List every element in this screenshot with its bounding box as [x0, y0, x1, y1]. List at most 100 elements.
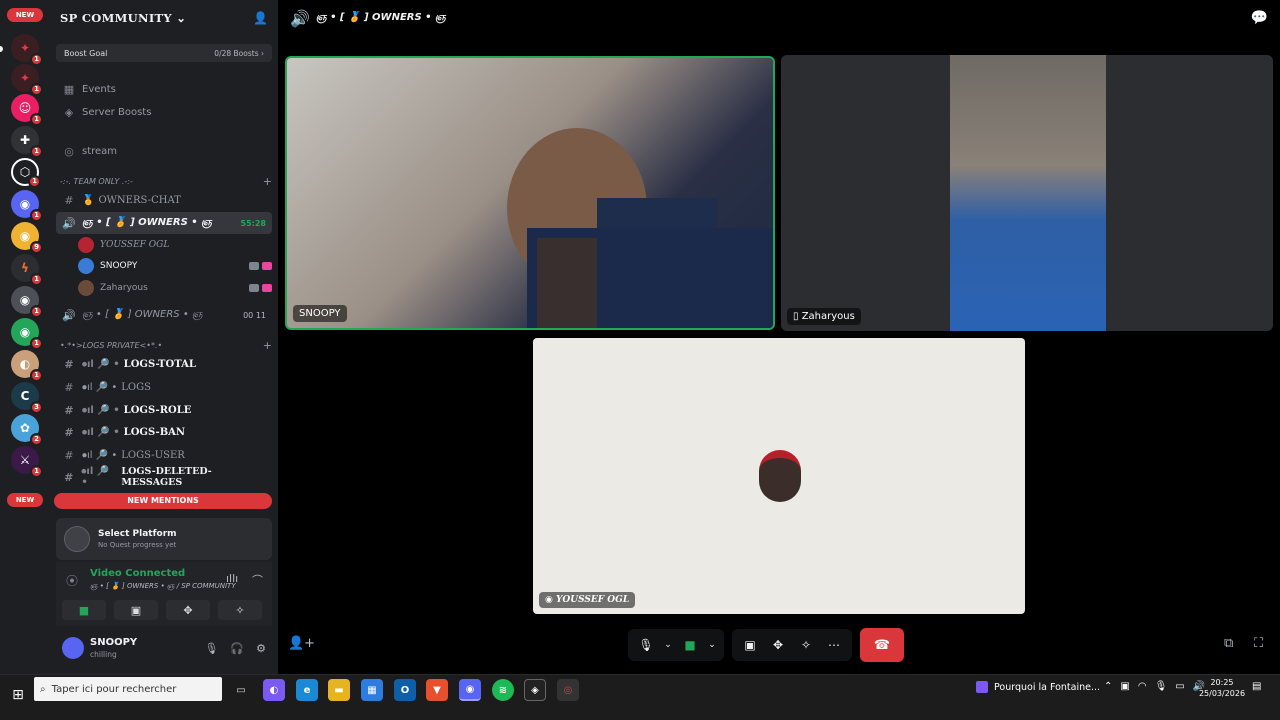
chevron-down-icon[interactable]: ⌄: [660, 631, 676, 659]
soundboard-icon[interactable]: ıllı: [226, 572, 238, 585]
activities-button[interactable]: ✥: [764, 631, 792, 659]
voice-channel-owners[interactable]: 🔊 ஞ • [ 🏅 ] OWNERS • ஞ 00 11: [56, 304, 272, 326]
quest-panel[interactable]: Select Platform No Quest progress yet: [56, 518, 272, 560]
edge-icon[interactable]: e: [296, 679, 318, 701]
chat-icon[interactable]: 💬: [1251, 10, 1268, 26]
calendar-icon: ▦: [63, 82, 75, 96]
server-icon[interactable]: ◉ 1: [11, 286, 43, 318]
more-button[interactable]: ⋯: [820, 631, 848, 659]
outlook-icon[interactable]: O: [394, 679, 416, 701]
video-tile-youssef[interactable]: ◉ YOUSSEF OGL: [533, 338, 1025, 614]
server-icon[interactable]: ⬡ 1: [11, 158, 41, 188]
video-tile-zaharyous[interactable]: ▯ Zaharyous: [781, 55, 1273, 331]
soundboard-button[interactable]: ✧: [792, 631, 820, 659]
server-icon[interactable]: ϟ1: [11, 254, 43, 286]
popout-icon[interactable]: ⧉: [1224, 636, 1233, 651]
avatar: [78, 258, 94, 274]
speaker-icon: 🔊: [62, 308, 76, 322]
video-tile-label: SNOOPY: [293, 305, 347, 322]
new-badge-bottom[interactable]: NEW: [7, 493, 43, 507]
channel-logs[interactable]: # ⦁ıl 🔎 • LOGS: [56, 376, 272, 398]
explorer-icon[interactable]: ▬: [328, 679, 350, 701]
server-icon[interactable]: ◉ 1: [11, 318, 43, 350]
channel-logs-total[interactable]: # ⦁ıl 🔎 • LOGS-TOTAL: [56, 353, 272, 375]
chevron-down-icon[interactable]: ⌄: [704, 631, 720, 659]
gear-icon[interactable]: ⚙: [256, 642, 266, 655]
task-view-icon[interactable]: ▭: [230, 679, 252, 701]
wifi-icon[interactable]: ◠: [1138, 681, 1147, 692]
activities-button[interactable]: ✥: [166, 600, 210, 620]
microphone-icon: 🎙: [638, 638, 654, 652]
app-icon[interactable]: ◈: [524, 679, 546, 701]
server-icon[interactable]: ◉ 9: [11, 222, 43, 254]
microphone-button[interactable]: 🎙: [632, 631, 660, 659]
notification-icon[interactable]: ▤: [1252, 681, 1261, 692]
voice-channel-path[interactable]: ஞ • [ 🏅 ] OWNERS • ஞ / SP COMMUNITY: [90, 582, 236, 591]
hashtag-icon: #: [64, 193, 74, 207]
server-icon[interactable]: ☺ 1: [11, 94, 43, 126]
camera-button[interactable]: ■: [676, 631, 704, 659]
spotify-icon[interactable]: ≋: [492, 679, 514, 701]
user-name[interactable]: SNOOPY: [90, 637, 137, 648]
voice-user[interactable]: SNOOPY: [78, 256, 272, 276]
add-member-icon[interactable]: 👤: [253, 11, 268, 25]
camera-button[interactable]: ■: [62, 600, 106, 620]
server-header[interactable]: SP COMMUNITY ⌄ 👤: [50, 0, 278, 36]
invite-icon[interactable]: 👤+: [288, 636, 315, 651]
fullscreen-icon[interactable]: ⛶: [1254, 636, 1263, 651]
channel-logs-role[interactable]: # ⦁ıl 🔎 • LOGS-ROLE: [56, 399, 272, 421]
voice-channel-owners-active[interactable]: 🔊 ஞ • [ 🏅 ] OWNERS • ஞ 55:28: [56, 212, 272, 234]
category-team-only[interactable]: -:-. TEAM ONLY .-:- +: [60, 174, 272, 188]
channel-owners-chat[interactable]: # 🏅 OWNERS-CHAT: [56, 189, 272, 211]
disconnect-icon[interactable]: ⌒: [252, 572, 263, 588]
headphones-icon[interactable]: 🎧: [230, 642, 244, 655]
server-icon[interactable]: ◉ 1: [11, 190, 43, 222]
signal-icon[interactable]: ⦿: [66, 572, 78, 589]
voice-user[interactable]: Zaharyous: [78, 278, 272, 298]
taskbar-search[interactable]: ⌕ Taper ici pour rechercher: [34, 677, 222, 701]
screen-share-button[interactable]: ▣: [114, 600, 158, 620]
screen-share-button[interactable]: ▣: [736, 631, 764, 659]
chevron-up-icon[interactable]: ⌃: [1104, 681, 1112, 692]
channel-stream[interactable]: ◎ stream: [56, 140, 272, 162]
server-icon[interactable]: ✿ 2: [11, 414, 43, 446]
voice-status[interactable]: Video Connected: [90, 568, 185, 579]
clock[interactable]: 20:25 25/03/2026: [1196, 677, 1248, 699]
new-badge-top[interactable]: NEW: [7, 8, 43, 22]
server-icon[interactable]: ✦ 1: [11, 34, 43, 66]
end-call-button[interactable]: ☎: [860, 628, 904, 662]
app-icon[interactable]: ◎: [557, 679, 579, 701]
brave-icon[interactable]: ▼: [426, 679, 448, 701]
server-icon[interactable]: ◐ 1: [11, 350, 43, 382]
channel-logs-ban[interactable]: # ⦁ıl 🔎 • LOGS-BAN: [56, 421, 272, 443]
channel-logs-deleted[interactable]: # ⦁ıl 🔎 • LOGS-DELETED-MESSAGES: [56, 466, 272, 488]
voice-user[interactable]: YOUSSEF OGL: [78, 235, 272, 255]
avatar[interactable]: [62, 637, 84, 659]
tray-app-icon[interactable]: ▣: [1120, 681, 1129, 692]
boost-goal[interactable]: Boost Goal 0/28 Boosts ›: [56, 44, 272, 62]
microphone-icon[interactable]: 🎙: [204, 642, 218, 655]
server-icon[interactable]: ✦ 1: [11, 64, 43, 96]
nav-events[interactable]: ▦ Events: [56, 78, 272, 100]
taskbar-news[interactable]: Pourquoi la Fontaine...: [976, 681, 1100, 693]
microphone-icon[interactable]: 🎙: [1155, 681, 1168, 692]
new-mentions-button[interactable]: NEW MENTIONS: [54, 493, 272, 509]
user-panel: SNOOPY chilling 🎙 🎧 ⚙: [56, 628, 272, 668]
category-logs-private[interactable]: •.*•>LOGS PRIVATE<•*.• +: [60, 338, 272, 352]
server-icon[interactable]: ⚔ 1: [11, 446, 43, 478]
windows-start-icon[interactable]: ⊞: [6, 683, 30, 707]
nav-server-boosts[interactable]: ◈ Server Boosts: [56, 101, 272, 123]
channel-logs-user[interactable]: # ⦁ıl 🔎 • LOGS-USER: [56, 444, 272, 466]
plus-icon[interactable]: +: [263, 175, 272, 188]
video-tile-snoopy[interactable]: SNOOPY: [285, 56, 775, 330]
screen-share-icon: ▣: [744, 638, 756, 652]
discord-icon[interactable]: ◉: [459, 679, 481, 701]
quest-subtitle: No Quest progress yet: [98, 541, 177, 549]
soundboard-button[interactable]: ✧: [218, 600, 262, 620]
network-icon[interactable]: ▭: [1175, 681, 1184, 692]
server-icon[interactable]: C3: [11, 382, 43, 414]
store-icon[interactable]: ▦: [361, 679, 383, 701]
server-icon[interactable]: ✚ 1: [11, 126, 43, 158]
copilot-icon[interactable]: ◐: [263, 679, 285, 701]
plus-icon[interactable]: +: [263, 339, 272, 352]
